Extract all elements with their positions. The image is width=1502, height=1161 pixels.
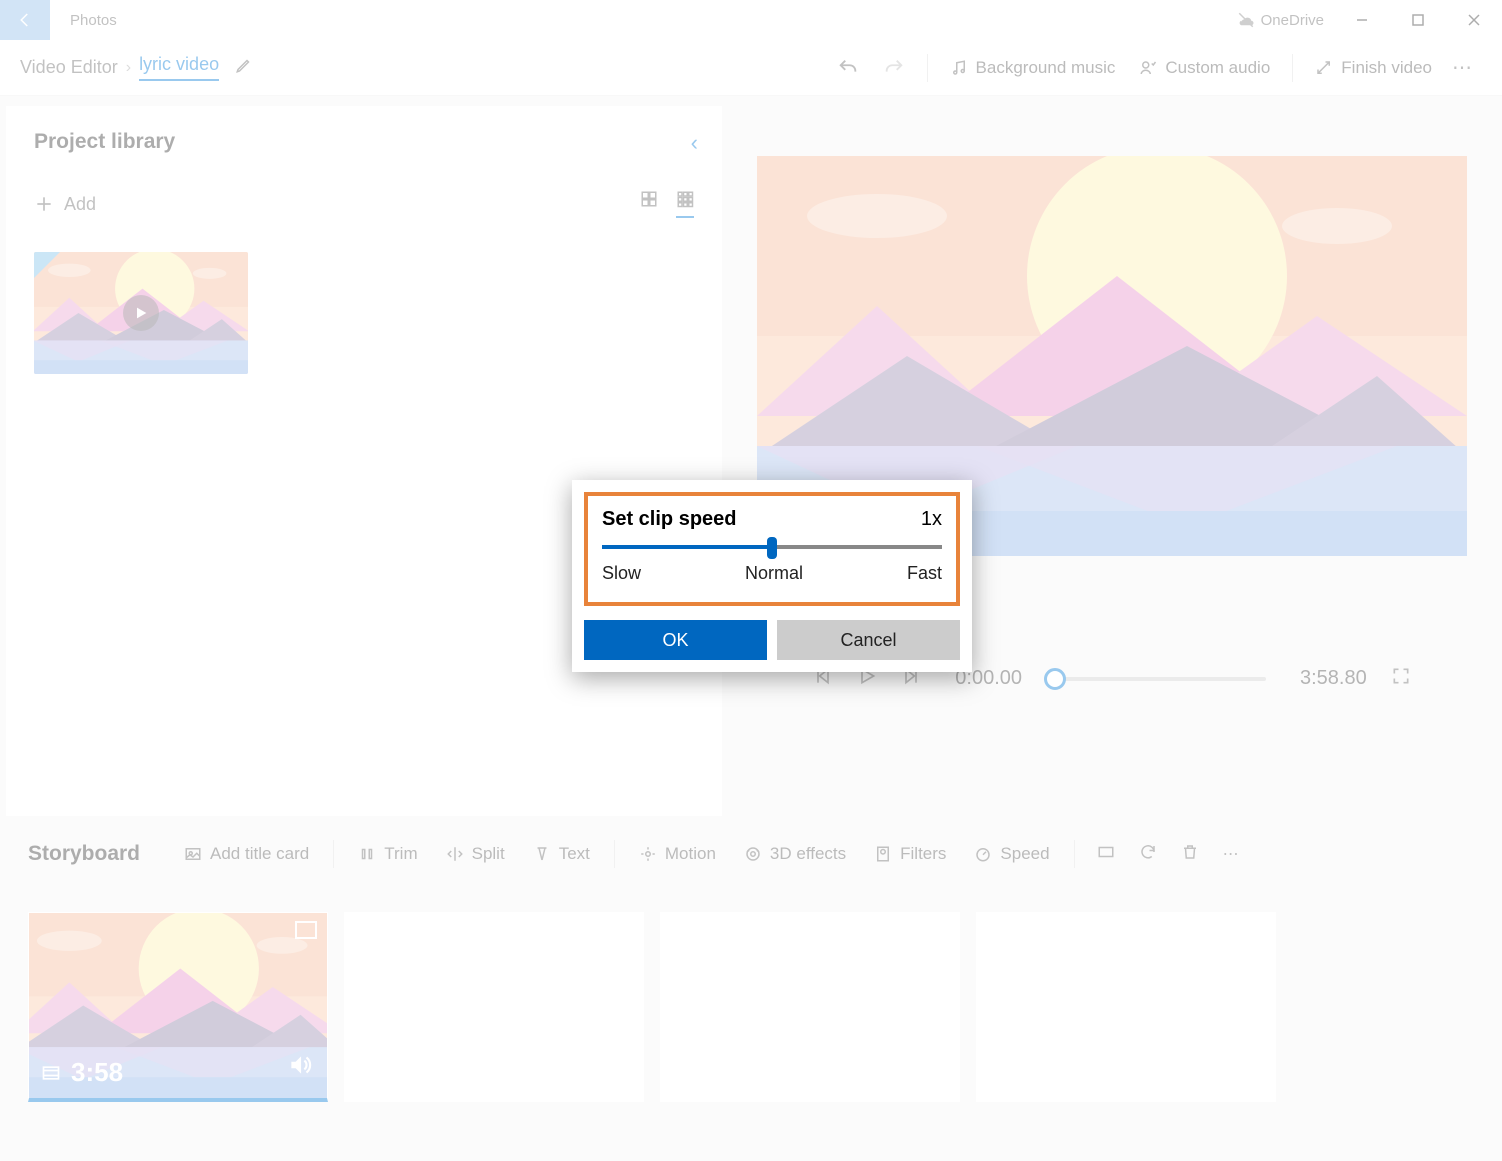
onedrive-status[interactable]: OneDrive [1237, 11, 1324, 29]
total-time: 3:58.80 [1300, 667, 1367, 690]
storyboard-empty-slot[interactable] [344, 912, 644, 1102]
app-name: Photos [70, 12, 1237, 29]
volume-icon[interactable] [287, 1052, 313, 1084]
library-thumbnail[interactable] [34, 252, 248, 374]
dialog-highlight: Set clip speed 1x Slow Normal Fast [584, 492, 960, 606]
storyboard-clip[interactable]: 3:58 [28, 912, 328, 1102]
dialog-title: Set clip speed [602, 508, 737, 531]
storyboard-panel: Storyboard Add title card Trim Split Tex… [0, 816, 1502, 1112]
preview-panel: 0:00.00 3:58.80 [722, 96, 1502, 816]
titlebar: Photos OneDrive [0, 0, 1502, 40]
resize-indicator-icon [295, 921, 317, 939]
fullscreen-button[interactable] [1391, 666, 1411, 691]
seek-slider[interactable] [1046, 677, 1266, 681]
storyboard-empty-slot[interactable] [976, 912, 1276, 1102]
play-overlay-icon [123, 295, 159, 331]
minimize-button[interactable] [1334, 0, 1390, 40]
delete-icon[interactable] [1181, 843, 1199, 866]
collapse-library-button[interactable]: ‹ [691, 130, 698, 156]
storyboard-empty-slot[interactable] [660, 912, 960, 1102]
slow-label: Slow [602, 563, 641, 584]
normal-label: Normal [745, 563, 803, 584]
motion-button[interactable]: Motion [639, 844, 716, 864]
command-bar: Video Editor › lyric video Background mu… [0, 40, 1502, 96]
speed-value: 1x [921, 508, 942, 531]
3d-effects-button[interactable]: 3D effects [744, 844, 846, 864]
trim-button[interactable]: Trim [358, 844, 417, 864]
grid-small-icon[interactable] [676, 190, 694, 218]
ok-button[interactable]: OK [584, 620, 767, 660]
custom-audio-button[interactable]: Custom audio [1139, 58, 1270, 78]
split-button[interactable]: Split [446, 844, 505, 864]
more-button[interactable]: ⋯ [1444, 55, 1482, 80]
text-button[interactable]: Text [533, 844, 590, 864]
add-title-card-button[interactable]: Add title card [184, 844, 309, 864]
project-library-panel: Project library ‹ Add [6, 106, 722, 816]
grid-large-icon[interactable] [640, 190, 658, 218]
aspect-ratio-icon[interactable] [1097, 843, 1115, 866]
speed-button[interactable]: Speed [974, 844, 1049, 864]
chevron-right-icon: › [126, 59, 131, 77]
redo-button[interactable] [883, 57, 905, 79]
speed-slider[interactable] [602, 545, 942, 549]
cancel-button[interactable]: Cancel [777, 620, 960, 660]
project-name[interactable]: lyric video [139, 54, 219, 81]
fast-label: Fast [907, 563, 942, 584]
undo-button[interactable] [837, 57, 859, 79]
slider-handle[interactable] [767, 537, 777, 559]
storyboard-title: Storyboard [28, 842, 140, 866]
back-button[interactable] [0, 0, 50, 40]
filters-button[interactable]: Filters [874, 844, 946, 864]
add-media-button[interactable]: Add [34, 194, 96, 215]
maximize-button[interactable] [1390, 0, 1446, 40]
library-title: Project library [34, 130, 694, 154]
finish-video-button[interactable]: Finish video [1315, 58, 1432, 78]
onedrive-label: OneDrive [1261, 12, 1324, 29]
storyboard-more-button[interactable]: ⋯ [1223, 844, 1239, 864]
rotate-icon[interactable] [1139, 843, 1157, 866]
set-clip-speed-dialog: Set clip speed 1x Slow Normal Fast OK Ca… [572, 480, 972, 672]
background-music-button[interactable]: Background music [950, 58, 1116, 78]
clip-duration: 3:58 [71, 1057, 123, 1088]
close-button[interactable] [1446, 0, 1502, 40]
pencil-icon[interactable] [235, 56, 253, 79]
breadcrumb-root[interactable]: Video Editor [20, 57, 118, 78]
